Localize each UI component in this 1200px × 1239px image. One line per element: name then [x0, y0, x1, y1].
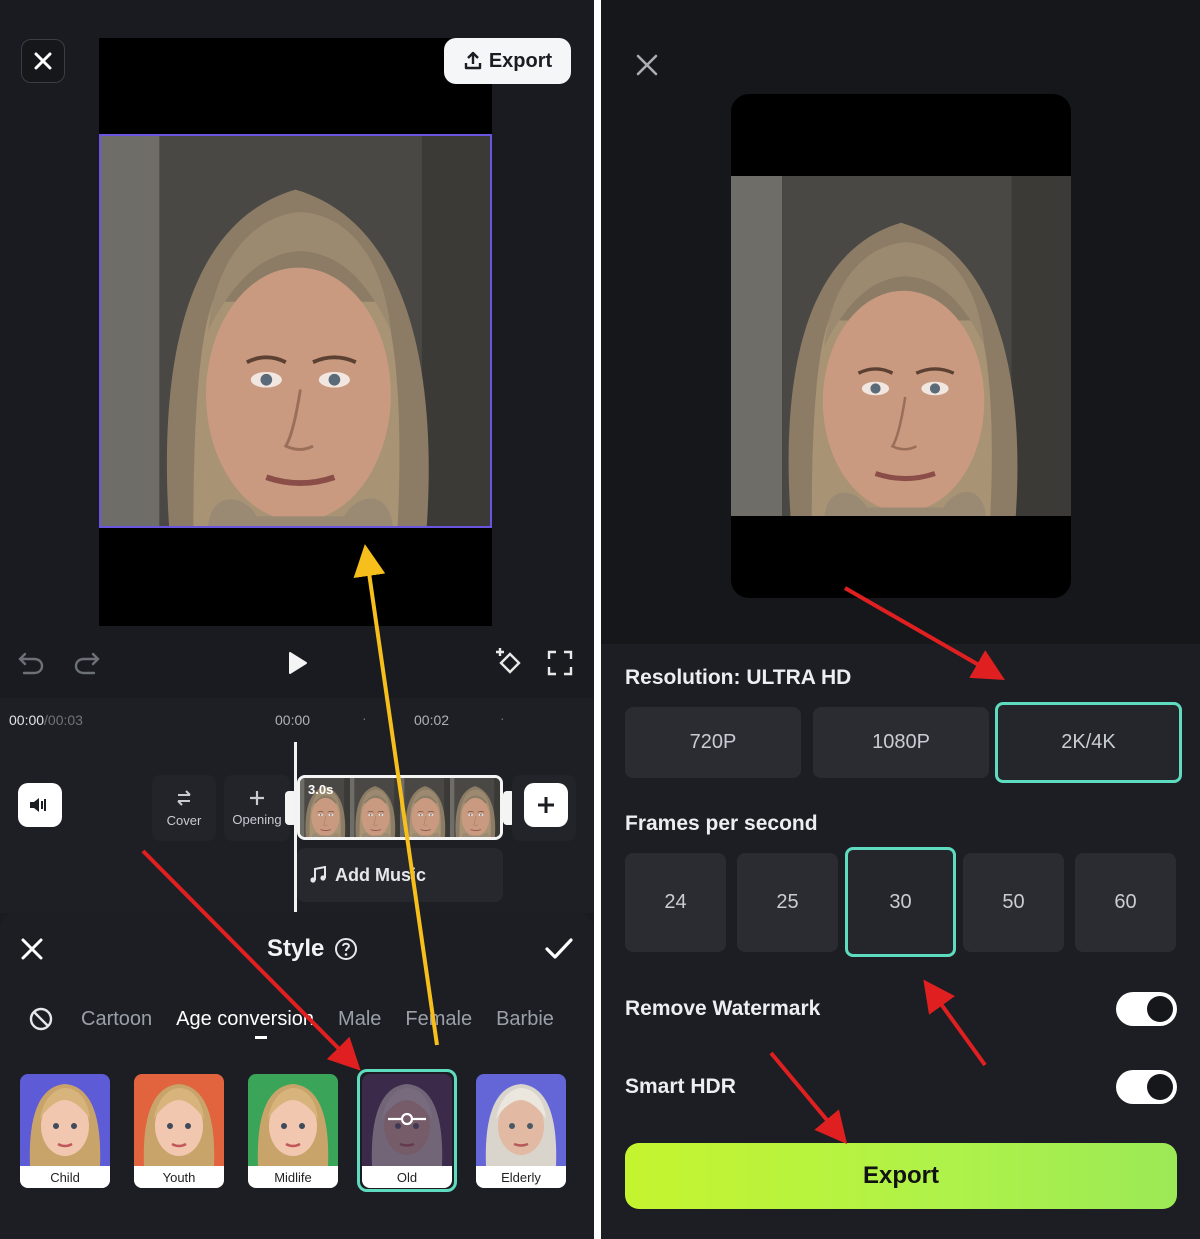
- close-icon: [34, 52, 52, 70]
- export-panel: Resolution: ULTRA HD 720P 1080P 2K/4K Fr…: [601, 0, 1200, 1239]
- close-editor-button[interactable]: [21, 39, 65, 83]
- keyframe-icon[interactable]: [494, 646, 526, 678]
- preset-label: Midlife: [248, 1166, 338, 1188]
- add-music-button[interactable]: Add Music: [297, 848, 503, 902]
- playhead[interactable]: [294, 742, 297, 914]
- preset-thumbnail: [20, 1074, 110, 1166]
- preview-image[interactable]: [99, 134, 492, 528]
- remove-watermark-label: Remove Watermark: [625, 997, 821, 1020]
- clip-frame: [450, 778, 500, 837]
- swap-icon: [177, 789, 191, 806]
- close-icon[interactable]: [20, 937, 44, 961]
- fps-title: Frames per second: [625, 812, 818, 835]
- plus-icon: [250, 790, 264, 805]
- clip-duration: 3.0s: [308, 782, 334, 797]
- music-note-icon: [310, 866, 326, 883]
- ruler-dot: ·: [500, 710, 505, 726]
- preset-label: Child: [20, 1166, 110, 1188]
- fps-25[interactable]: 25: [737, 853, 838, 952]
- speaker-icon: [30, 798, 46, 812]
- fps-30[interactable]: 30: [845, 847, 956, 957]
- plus-icon: [538, 797, 554, 813]
- active-tab-indicator: [255, 1036, 267, 1039]
- opening-button[interactable]: Opening: [224, 775, 290, 841]
- preset-elderly[interactable]: Elderly: [476, 1074, 566, 1188]
- toggle-knob: [1147, 996, 1173, 1022]
- final-export-button[interactable]: Export: [625, 1143, 1177, 1209]
- export-preview: [731, 94, 1071, 598]
- opening-label: Opening: [232, 811, 282, 827]
- export-preview-image: [731, 176, 1071, 516]
- ruler-mark: 00:02: [414, 712, 450, 728]
- style-tabs: Cartoon Age conversion Male Female Barbi…: [81, 1008, 554, 1031]
- mute-button[interactable]: [18, 783, 62, 827]
- confirm-check-icon[interactable]: [544, 936, 574, 962]
- preset-label: Old: [362, 1166, 452, 1188]
- tab-female[interactable]: Female: [405, 1008, 472, 1031]
- remove-watermark-toggle[interactable]: [1116, 992, 1177, 1026]
- smart-hdr-toggle[interactable]: [1116, 1070, 1177, 1104]
- resolution-title: Resolution: ULTRA HD: [625, 666, 852, 689]
- preset-old[interactable]: Old: [362, 1074, 452, 1188]
- help-icon[interactable]: [334, 937, 358, 961]
- clip-frame: [400, 778, 450, 837]
- export-button[interactable]: Export: [444, 38, 571, 84]
- style-title: Style: [267, 935, 358, 963]
- upload-icon: [464, 51, 482, 70]
- no-style-icon[interactable]: [29, 1007, 53, 1031]
- resolution-720p[interactable]: 720P: [625, 707, 801, 778]
- fps-60[interactable]: 60: [1075, 853, 1176, 952]
- cover-label: Cover: [166, 812, 202, 828]
- resolution-1080p[interactable]: 1080P: [813, 707, 989, 778]
- adjust-slider-icon[interactable]: [386, 1112, 428, 1126]
- ruler-dot: ·: [362, 710, 367, 726]
- smart-hdr-label: Smart HDR: [625, 1075, 736, 1098]
- timecode: 00:00/00:03: [9, 712, 83, 728]
- undo-icon[interactable]: [16, 648, 46, 678]
- preset-thumbnail: [248, 1074, 338, 1166]
- toggle-knob: [1147, 1074, 1173, 1100]
- preset-midlife[interactable]: Midlife: [248, 1074, 338, 1188]
- preset-thumbnail: [476, 1074, 566, 1166]
- tab-age-conversion[interactable]: Age conversion: [176, 1008, 314, 1031]
- preset-label: Elderly: [476, 1166, 566, 1188]
- tab-barbie[interactable]: Barbie: [496, 1008, 554, 1031]
- preset-thumbnail: [134, 1074, 224, 1166]
- close-icon[interactable]: [636, 54, 658, 76]
- preset-label: Youth: [134, 1166, 224, 1188]
- redo-icon[interactable]: [72, 648, 102, 678]
- preset-youth[interactable]: Youth: [134, 1074, 224, 1188]
- add-music-label: Add Music: [335, 864, 427, 885]
- video-clip[interactable]: 3.0s: [297, 775, 503, 840]
- editor-panel: Export 00:00/00:03 00:00 · 00:02 · Cover…: [0, 0, 594, 1239]
- cover-button[interactable]: Cover: [152, 775, 216, 841]
- fps-24[interactable]: 24: [625, 853, 726, 952]
- fps-50[interactable]: 50: [963, 853, 1064, 952]
- resolution-2k4k[interactable]: 2K/4K: [995, 702, 1182, 783]
- clip-frame: [350, 778, 400, 837]
- fullscreen-icon[interactable]: [547, 650, 573, 676]
- preset-child[interactable]: Child: [20, 1074, 110, 1188]
- ruler-mark: 00:00: [275, 712, 311, 728]
- play-icon[interactable]: [284, 650, 310, 676]
- export-label: Export: [488, 49, 553, 72]
- tab-male[interactable]: Male: [338, 1008, 381, 1031]
- tab-cartoon[interactable]: Cartoon: [81, 1008, 152, 1031]
- add-clip-button[interactable]: [524, 783, 568, 827]
